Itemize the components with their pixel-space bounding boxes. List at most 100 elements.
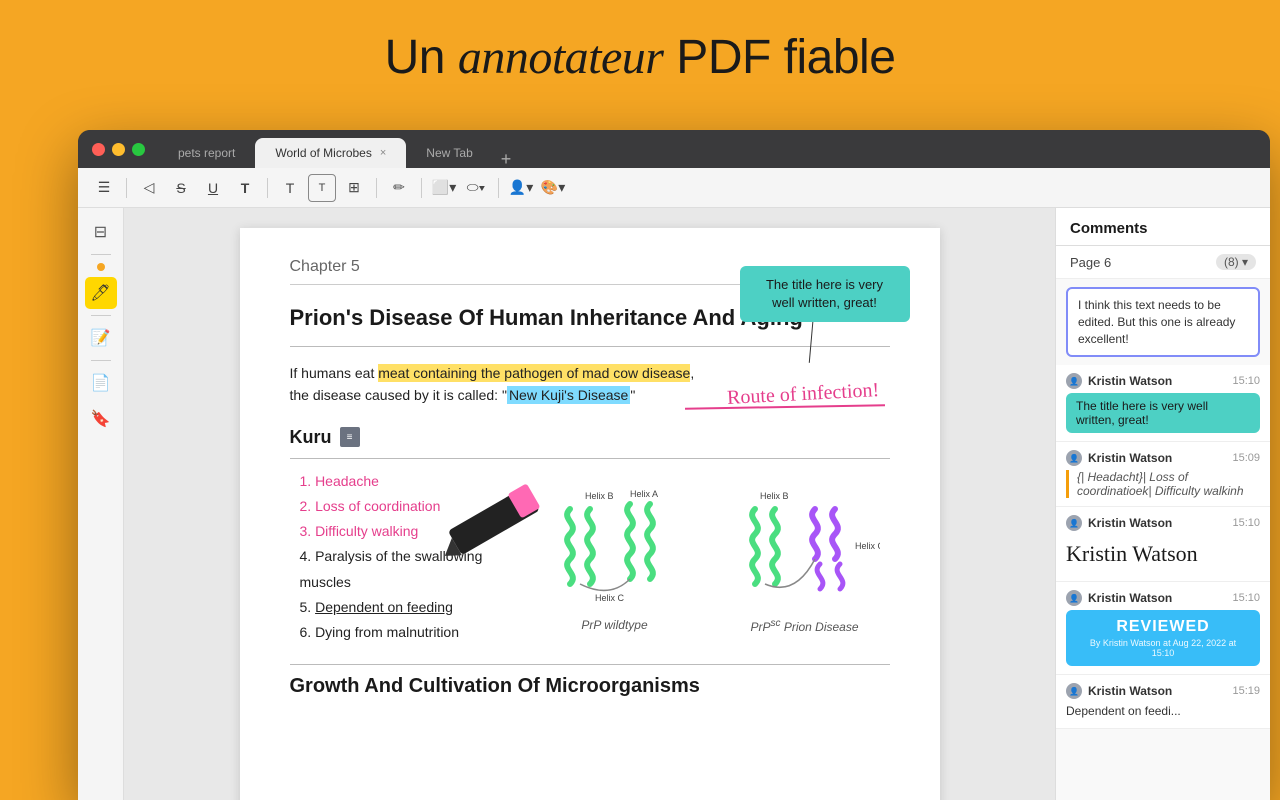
body-line2-before: the disease caused by it is called: "	[290, 387, 507, 403]
comment-time-2: 15:09	[1232, 452, 1260, 464]
svg-text:Helix A: Helix A	[630, 489, 658, 499]
comment-avatar-3: 👤	[1066, 515, 1082, 531]
new-tab-button[interactable]: +	[493, 150, 520, 168]
comment-avatar-2: 👤	[1066, 450, 1082, 466]
toolbar-text-icon[interactable]: T	[231, 174, 259, 202]
sidebar-highlight-icon[interactable]: 🖊	[85, 277, 117, 309]
comment-user-1: Kristin Watson	[1088, 374, 1172, 388]
toolbar-list-icon[interactable]: ⊞	[340, 174, 368, 202]
main-area: ⊟ 🖊 📝 📄 🔖 Chapter 5 Prion's Disease Of H…	[78, 208, 1270, 800]
pdf-area[interactable]: Chapter 5 Prion's Disease Of Human Inher…	[124, 208, 1055, 800]
kuru-section-title: Kuru ≡	[290, 427, 890, 448]
tab-pets-report[interactable]: pets report	[158, 138, 255, 168]
toolbar-ellipse-icon[interactable]: ⬭▾	[462, 174, 490, 202]
comment-user-row-4: 👤 Kristin Watson 15:10	[1066, 590, 1260, 606]
toolbar-underline-icon[interactable]: U	[199, 174, 227, 202]
comment-avatar-5: 👤	[1066, 683, 1082, 699]
kuru-list-area: 1. Headache 2. Loss of coordination 3. D…	[290, 469, 530, 654]
comment-user-3: Kristin Watson	[1088, 516, 1172, 530]
pdf-page: Chapter 5 Prion's Disease Of Human Inher…	[240, 228, 940, 800]
comment-avatar-4: 👤	[1066, 590, 1082, 606]
sidebar-page-indicator	[97, 263, 105, 271]
title-bar: pets report World of Microbes × New Tab …	[78, 130, 1270, 168]
list-item: 5. Dependent on feeding	[300, 595, 530, 620]
comment-time-5: 15:19	[1232, 685, 1260, 697]
sidebar-divider-1	[91, 254, 111, 255]
toolbar-textbox-icon[interactable]: T	[308, 174, 336, 202]
note-icon[interactable]: ≡	[340, 427, 360, 447]
svg-text:Helix B: Helix B	[585, 491, 614, 501]
title-divider	[290, 346, 890, 347]
protein-prion-label: PrPsc Prion Disease	[720, 618, 890, 634]
cyan-highlighted-text: New Kuji's Disease	[507, 386, 630, 404]
sidebar-divider-3	[91, 360, 111, 361]
toolbar-thumbnails-icon[interactable]: ☰	[90, 174, 118, 202]
marketing-header: Un annotateur PDF fiable	[0, 0, 1280, 105]
kuru-divider	[290, 458, 890, 459]
tab-new-tab[interactable]: New Tab	[406, 138, 492, 168]
toolbar-text2-icon[interactable]: T	[276, 174, 304, 202]
comment-time-4: 15:10	[1232, 592, 1260, 604]
sidebar-thumbnails-icon[interactable]: ⊟	[85, 216, 117, 248]
sidebar-pages-icon[interactable]: 📄	[85, 367, 117, 399]
tab-close-icon[interactable]: ×	[380, 147, 386, 159]
tab-world-of-microbes[interactable]: World of Microbes ×	[255, 138, 406, 168]
comment-user-row-3: 👤 Kristin Watson 15:10	[1066, 515, 1260, 531]
maximize-button[interactable]	[132, 143, 145, 156]
protein-wildtype: Helix B Helix A Helix C	[530, 489, 700, 634]
highlighter-pen-svg	[430, 479, 550, 569]
marketing-text-after: PDF fiable	[663, 31, 895, 84]
reviewed-badge: REVIEWED By Kristin Watson at Aug 22, 20…	[1066, 610, 1260, 666]
sidebar-bookmarks-icon[interactable]: 🔖	[85, 403, 117, 435]
toolbar-color-icon[interactable]: 🎨▾	[539, 174, 567, 202]
growth-divider	[290, 664, 890, 665]
protein-image-pair: Helix B Helix A Helix C	[530, 489, 890, 634]
toolbar-separator-5	[498, 178, 499, 198]
comment-entry-4: 👤 Kristin Watson 15:10 REVIEWED By Krist…	[1056, 582, 1270, 675]
protein-images-area: Helix B Helix A Helix C	[530, 469, 890, 654]
svg-text:Helix C: Helix C	[855, 541, 880, 551]
minimize-button[interactable]	[112, 143, 125, 156]
list-item: 6. Dying from malnutrition	[300, 620, 530, 645]
toolbar-draw-icon[interactable]: ✏	[385, 174, 413, 202]
toolbar-separator-3	[376, 178, 377, 198]
comment-bubble-teal-1: The title here is very well written, gre…	[1066, 393, 1260, 433]
comment-avatar-1: 👤	[1066, 373, 1082, 389]
comment-user-row-1: 👤 Kristin Watson 15:10	[1066, 373, 1260, 389]
svg-text:Helix C: Helix C	[595, 593, 625, 603]
toolbar-highlight-icon[interactable]: ◁	[135, 174, 163, 202]
comment-user-row-5: 👤 Kristin Watson 15:19	[1066, 683, 1260, 699]
comments-header: Comments	[1056, 208, 1270, 246]
reviewed-subtitle: By Kristin Watson at Aug 22, 2022 at 15:…	[1078, 638, 1248, 658]
toolbar-separator-4	[421, 178, 422, 198]
left-sidebar: ⊟ 🖊 📝 📄 🔖	[78, 208, 124, 800]
protein-prion: Helix B Helix C	[720, 489, 890, 634]
yellow-highlighted-text: meat containing the pathogen of mad cow …	[378, 364, 690, 382]
body-text-before: If humans eat	[290, 365, 379, 381]
underlined-text: Dependent on feeding	[315, 599, 453, 615]
comment-user-row-2: 👤 Kristin Watson 15:09	[1066, 450, 1260, 466]
comment-bubble-orange-2: {| Headacht}| Loss of coordinatioek| Dif…	[1066, 470, 1260, 498]
kuru-content: 1. Headache 2. Loss of coordination 3. D…	[290, 469, 890, 654]
comment-entry-5: 👤 Kristin Watson 15:19 Dependent on feed…	[1056, 675, 1270, 729]
reviewed-title: REVIEWED	[1078, 618, 1248, 636]
app-window: pets report World of Microbes × New Tab …	[78, 130, 1270, 800]
toolbar-separator-1	[126, 178, 127, 198]
growth-title: Growth And Cultivation Of Microorganisms	[290, 675, 890, 698]
toolbar-user-icon[interactable]: 👤▾	[507, 174, 535, 202]
svg-text:Helix B: Helix B	[760, 491, 789, 501]
comment-user-2: Kristin Watson	[1088, 451, 1172, 465]
protein-wildtype-label: PrP wildtype	[530, 618, 700, 632]
comment-time-1: 15:10	[1232, 375, 1260, 387]
toolbar-strikethrough-icon[interactable]: S	[167, 174, 195, 202]
comment-entry-3: 👤 Kristin Watson 15:10 Kristin Watson	[1056, 507, 1270, 582]
sidebar-comments-icon[interactable]: 📝	[85, 322, 117, 354]
close-button[interactable]	[92, 143, 105, 156]
comment-time-3: 15:10	[1232, 517, 1260, 529]
toolbar-shapes-icon[interactable]: ⬜▾	[430, 174, 458, 202]
comment-user-4: Kristin Watson	[1088, 591, 1172, 605]
comment-input-active[interactable]: I think this text needs to be edited. Bu…	[1066, 287, 1260, 357]
comment-text-5: Dependent on feedi...	[1066, 703, 1260, 720]
comments-panel: Comments Page 6 (8) ▾ I think this text …	[1055, 208, 1270, 800]
page-indicator[interactable]: Page 6 (8) ▾	[1056, 246, 1270, 279]
